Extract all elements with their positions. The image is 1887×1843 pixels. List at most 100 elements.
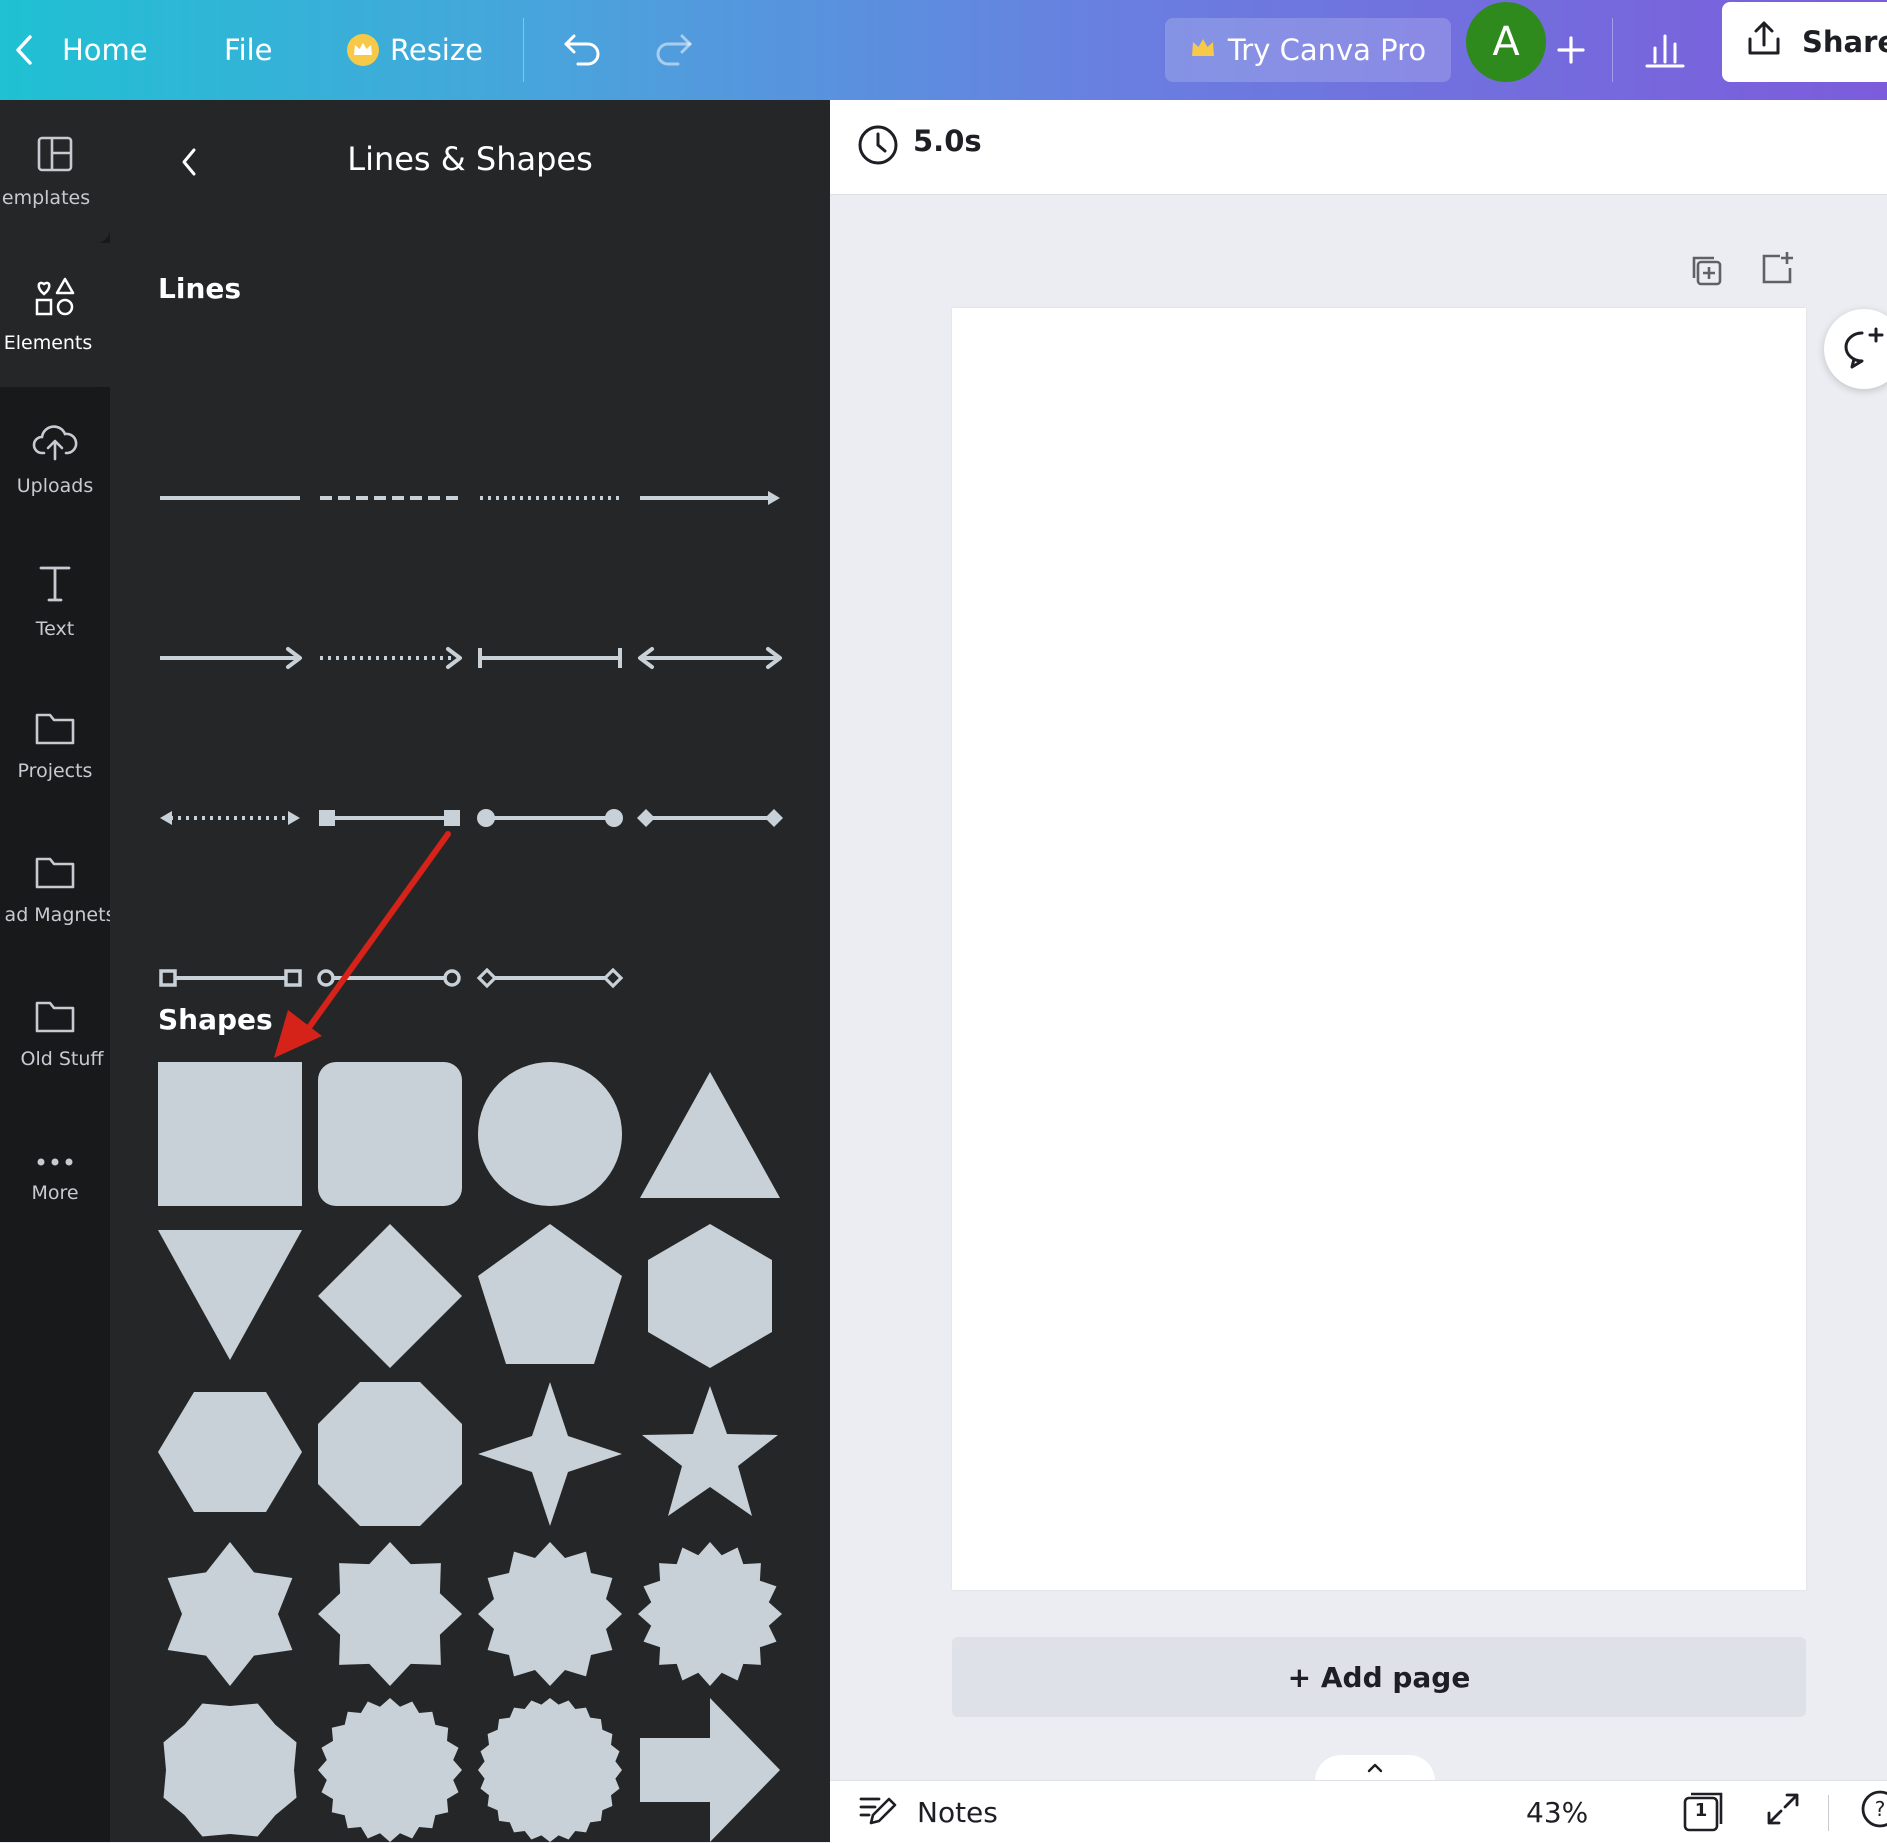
- shape-sixteen-point-burst[interactable]: [638, 1542, 782, 1686]
- rail-label: Text: [35, 618, 75, 640]
- rail-item-more[interactable]: More: [0, 1106, 110, 1250]
- duplicate-page-button[interactable]: [1688, 252, 1724, 292]
- clock-icon: [857, 124, 899, 170]
- svg-text:?: ?: [1875, 1797, 1886, 1821]
- rail-item-projects[interactable]: Projects: [0, 674, 110, 818]
- pages-icon: 1: [1682, 1791, 1724, 1833]
- help-icon: ?: [1860, 1789, 1887, 1836]
- panel-title: Lines & Shapes: [347, 140, 593, 178]
- toolbar-divider: [523, 18, 524, 82]
- shapes-grid: [158, 1062, 782, 1842]
- shape-pentagon[interactable]: [478, 1224, 622, 1364]
- crown-icon: [346, 33, 380, 67]
- rail-item-uploads[interactable]: Uploads: [0, 387, 110, 530]
- folder-icon: [34, 854, 76, 894]
- comment-plus-icon: [1840, 327, 1887, 375]
- line-hollow-diamond-ends[interactable]: [476, 967, 624, 989]
- shape-five-point-star[interactable]: [642, 1386, 778, 1516]
- redo-icon: [652, 30, 696, 70]
- undo-icon: [560, 30, 604, 70]
- rail-item-lead-magnets[interactable]: ad Magnets: [0, 818, 115, 962]
- annotation-arrow: [274, 831, 451, 1058]
- resize-button[interactable]: Resize: [346, 0, 483, 100]
- design-page[interactable]: [952, 308, 1806, 1590]
- shape-four-point-star[interactable]: [478, 1382, 622, 1526]
- line-bar-ends[interactable]: [478, 648, 622, 668]
- rail-label: More: [31, 1181, 79, 1204]
- share-label: Share: [1802, 25, 1887, 59]
- shape-twenty-point-seal[interactable]: [318, 1698, 462, 1842]
- shape-inverted-triangle[interactable]: [158, 1230, 302, 1360]
- user-avatar[interactable]: A: [1466, 2, 1546, 82]
- shape-twentyfour-point-seal[interactable]: [478, 1698, 622, 1842]
- line-dotted-double-arrow[interactable]: [160, 811, 300, 825]
- home-label: Home: [62, 33, 148, 67]
- rail-label: Old Stuff: [20, 1048, 104, 1070]
- file-menu[interactable]: File: [224, 0, 273, 100]
- rail-label: ad Magnets: [4, 904, 116, 926]
- rail-label: Uploads: [16, 474, 94, 497]
- shape-eight-point-star[interactable]: [318, 1542, 462, 1686]
- shape-triangle[interactable]: [640, 1072, 780, 1198]
- rail-label: Elements: [3, 332, 93, 354]
- redo-button[interactable]: [652, 0, 696, 100]
- duplicate-icon: [1688, 256, 1724, 292]
- avatar-letter: A: [1492, 19, 1520, 65]
- home-button[interactable]: Home: [12, 0, 148, 100]
- add-comment-button[interactable]: [1824, 309, 1887, 389]
- page-count-button[interactable]: 1: [1682, 1781, 1724, 1843]
- rail-item-old-stuff[interactable]: Old Stuff: [0, 962, 110, 1106]
- lines-and-shapes-panel: Lines & Shapes Lines Shapes: [110, 100, 830, 1842]
- chevron-left-icon: [12, 33, 38, 67]
- shape-circle[interactable]: [478, 1062, 622, 1206]
- more-dots-icon: [34, 1153, 76, 1172]
- line-diamond-ends[interactable]: [637, 809, 783, 827]
- line-arrow-solid[interactable]: [640, 491, 780, 505]
- line-dotted-arrow[interactable]: [320, 647, 462, 669]
- duration-label: 5.0s: [913, 124, 982, 158]
- help-button[interactable]: ?: [1860, 1781, 1887, 1843]
- undo-button[interactable]: [560, 0, 604, 100]
- shape-hexagon-vertical[interactable]: [648, 1224, 772, 1368]
- bottom-bar: Notes 43% 1 ?: [830, 1780, 1887, 1843]
- notes-button[interactable]: Notes: [857, 1781, 998, 1843]
- add-page-icon: [1760, 252, 1796, 290]
- add-page-icon-button[interactable]: [1760, 250, 1796, 290]
- add-page-button[interactable]: + Add page: [952, 1637, 1806, 1717]
- shape-six-point-star[interactable]: [167, 1542, 293, 1686]
- shape-hexagon-horizontal[interactable]: [158, 1392, 302, 1512]
- rail-item-text[interactable]: Text: [0, 530, 110, 674]
- shape-octagon[interactable]: [318, 1382, 462, 1526]
- expand-icon: [1765, 1791, 1801, 1834]
- shape-block-arrow-right[interactable]: [640, 1698, 780, 1842]
- bottom-divider: [1828, 1795, 1829, 1831]
- line-arrow-open[interactable]: [160, 647, 302, 669]
- templates-icon: [36, 135, 74, 177]
- line-square-ends[interactable]: [319, 810, 460, 826]
- shape-twelve-point-burst[interactable]: [478, 1542, 622, 1686]
- resize-label: Resize: [390, 33, 483, 67]
- crown-icon: [1190, 33, 1216, 67]
- lines-heading: Lines: [158, 272, 242, 305]
- show-pages-button[interactable]: [1315, 1755, 1435, 1781]
- fullscreen-button[interactable]: [1765, 1781, 1801, 1843]
- share-button[interactable]: Share: [1722, 2, 1887, 82]
- insights-button[interactable]: [1643, 0, 1687, 100]
- rail-item-elements[interactable]: Elements: [0, 243, 110, 387]
- shape-diamond[interactable]: [318, 1224, 462, 1368]
- line-circle-ends[interactable]: [477, 809, 623, 827]
- toolbar-divider: [1612, 18, 1613, 82]
- line-double-arrow[interactable]: [638, 647, 782, 669]
- file-label: File: [224, 33, 273, 67]
- add-collaborator-button[interactable]: [1551, 0, 1591, 100]
- rail-item-templates[interactable]: emplates: [0, 100, 110, 243]
- try-canva-pro-button[interactable]: Try Canva Pro: [1165, 18, 1451, 82]
- duration-button[interactable]: 5.0s: [857, 124, 982, 170]
- folder-icon: [34, 710, 76, 750]
- shape-octagram[interactable]: [163, 1703, 297, 1837]
- zoom-level[interactable]: 43%: [1526, 1781, 1588, 1843]
- shape-rounded-square[interactable]: [318, 1062, 462, 1206]
- timing-bar: 5.0s: [830, 100, 1887, 195]
- shape-square[interactable]: [158, 1062, 302, 1206]
- shapes-heading: Shapes: [158, 1003, 273, 1036]
